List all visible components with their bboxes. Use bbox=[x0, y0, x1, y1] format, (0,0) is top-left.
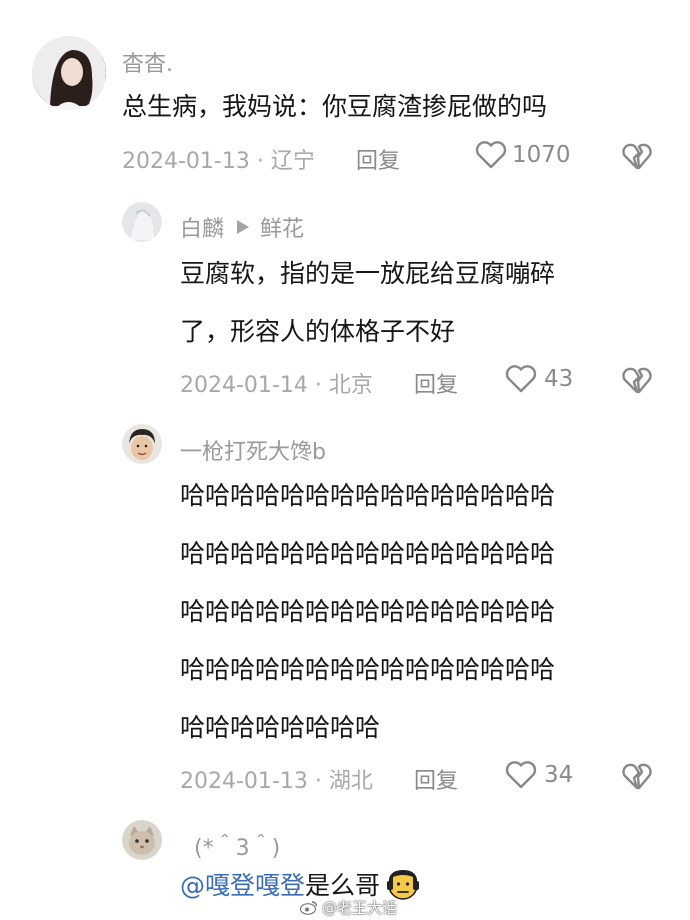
comment-date: 2024-01-13 bbox=[180, 769, 308, 794]
meta-separator: · bbox=[314, 373, 322, 398]
comment-location: 辽宁 bbox=[270, 149, 315, 174]
comment-text-line: 哈哈哈哈哈哈哈哈哈哈哈哈哈哈哈 bbox=[180, 481, 556, 510]
comment-text: 豆腐软，指的是一放屁给豆腐嘣碎 了，形容人的体格子不好 bbox=[180, 245, 555, 361]
reply-button[interactable]: 回复 bbox=[414, 763, 458, 795]
comment-text-line: 哈哈哈哈哈哈哈哈 bbox=[180, 713, 381, 742]
comment-username[interactable]: (*＾3＾) bbox=[194, 830, 280, 862]
broken-heart-icon[interactable] bbox=[620, 141, 654, 171]
reply-button[interactable]: 回复 bbox=[414, 367, 458, 399]
comment-meta: 2024-01-13 · 辽宁 bbox=[122, 143, 315, 175]
like-count: 34 bbox=[544, 762, 574, 788]
broken-heart-icon[interactable] bbox=[620, 365, 654, 395]
comment-username[interactable]: 一枪打死大馋b bbox=[180, 434, 326, 466]
comment-text: 总生病，我妈说：你豆腐渣掺屁做的吗 bbox=[122, 92, 548, 121]
meta-separator: · bbox=[256, 149, 264, 174]
triangle-right-icon bbox=[237, 220, 250, 234]
sweating-face-emoji bbox=[387, 870, 420, 900]
heart-outline-icon bbox=[475, 141, 507, 169]
like-button[interactable]: 34 bbox=[504, 760, 573, 790]
watermark: @老王大话 bbox=[300, 897, 397, 918]
comment-date: 2024-01-14 bbox=[180, 373, 308, 398]
comment-location: 湖北 bbox=[328, 769, 373, 794]
reply-to-username[interactable]: 鲜花 bbox=[260, 211, 304, 243]
comment-meta: 2024-01-13 · 湖北 bbox=[180, 763, 373, 795]
reply-button[interactable]: 回复 bbox=[356, 143, 400, 175]
heart-outline-icon bbox=[505, 761, 537, 789]
like-count: 43 bbox=[544, 366, 574, 392]
comment-meta: 2024-01-14 · 北京 bbox=[180, 367, 373, 399]
avatar[interactable] bbox=[122, 202, 162, 242]
like-count: 1070 bbox=[512, 142, 571, 168]
avatar[interactable] bbox=[122, 424, 162, 464]
comment-text-line: 豆腐软，指的是一放屁给豆腐嘣碎 bbox=[180, 259, 556, 288]
comment-location: 北京 bbox=[328, 373, 373, 398]
like-button[interactable]: 1070 bbox=[474, 140, 571, 170]
weibo-logo-icon bbox=[300, 901, 318, 915]
like-button[interactable]: 43 bbox=[504, 364, 573, 394]
comment-text-line: 哈哈哈哈哈哈哈哈哈哈哈哈哈哈哈 bbox=[180, 597, 556, 626]
broken-heart-icon[interactable] bbox=[620, 761, 654, 791]
avatar[interactable] bbox=[122, 820, 162, 860]
comment-date: 2024-01-13 bbox=[122, 149, 250, 174]
mention-link[interactable]: @嘎登嘎登 bbox=[180, 866, 305, 902]
comment-text-line: 哈哈哈哈哈哈哈哈哈哈哈哈哈哈哈 bbox=[180, 539, 556, 568]
comment-username: 白麟 鲜花 bbox=[180, 211, 304, 243]
comment-text-line: 了，形容人的体格子不好 bbox=[180, 317, 456, 346]
comment-username[interactable]: 杳杳. bbox=[122, 46, 173, 78]
heart-outline-icon bbox=[505, 365, 537, 393]
watermark-text: @老王大话 bbox=[322, 899, 398, 917]
avatar[interactable] bbox=[32, 36, 106, 110]
meta-separator: · bbox=[314, 769, 322, 794]
comment-text-line: 哈哈哈哈哈哈哈哈哈哈哈哈哈哈哈 bbox=[180, 655, 556, 684]
reply-username[interactable]: 白麟 bbox=[180, 211, 224, 243]
comment-text: 哈哈哈哈哈哈哈哈哈哈哈哈哈哈哈 哈哈哈哈哈哈哈哈哈哈哈哈哈哈哈 哈哈哈哈哈哈哈哈… bbox=[180, 467, 555, 757]
